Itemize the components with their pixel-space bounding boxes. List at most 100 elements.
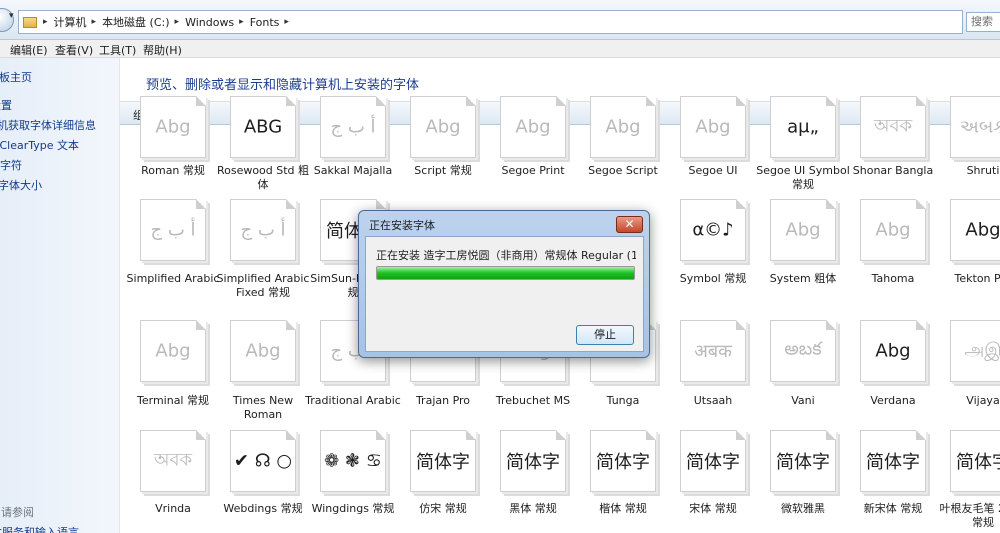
font-sample-text: aμ„	[787, 116, 819, 138]
font-preview-icon[interactable]: অবক	[140, 430, 206, 492]
font-preview-icon[interactable]: أ ب ج	[140, 199, 206, 261]
font-preview-icon[interactable]: Abg	[860, 199, 926, 261]
font-preview-icon[interactable]: அஇ	[950, 320, 1000, 382]
font-name-label[interactable]: Simplified Arabic	[125, 272, 221, 286]
text-services-link[interactable]: 文本服务和输入语言	[0, 524, 79, 533]
font-name-label[interactable]: System 粗体	[755, 272, 851, 286]
chevron-right-icon[interactable]: ▸	[175, 17, 180, 27]
history-dropdown-icon[interactable]: ▾	[9, 11, 14, 21]
font-preview-icon[interactable]: أ ب ج	[320, 96, 386, 158]
font-sample-text: أ ب ج	[330, 116, 376, 138]
stop-button[interactable]: 停止	[576, 325, 634, 345]
breadcrumb-windows[interactable]: Windows	[185, 16, 234, 29]
font-name-label[interactable]: 叶根友毛笔 2.0版 常规	[935, 502, 1000, 530]
font-name-label[interactable]: Trajan Pro	[395, 394, 491, 408]
menu-tools[interactable]: 工具(T)	[99, 42, 136, 58]
search-input[interactable]: 搜索	[966, 12, 1000, 32]
font-name-label[interactable]: Sakkal Majalla	[305, 164, 401, 178]
font-preview-icon[interactable]: Abg	[950, 199, 1000, 261]
font-preview-icon[interactable]: అబక	[770, 320, 836, 382]
font-preview-icon[interactable]: 简体字	[590, 430, 656, 492]
close-icon[interactable]: ✕	[616, 216, 643, 233]
font-name-label[interactable]: Segoe UI	[665, 164, 761, 178]
font-name-label[interactable]: Segoe Script	[575, 164, 671, 178]
font-preview-icon[interactable]: Abg	[680, 96, 746, 158]
breadcrumb-drive[interactable]: 本地磁盘 (C:)	[102, 14, 169, 30]
font-preview-icon[interactable]: 简体字	[770, 430, 836, 492]
font-preview-icon[interactable]: Abg	[500, 96, 566, 158]
control-panel-home-link[interactable]: 面板主页	[0, 69, 32, 85]
font-preview-icon[interactable]: Abg	[860, 320, 926, 382]
font-preview-icon[interactable]: Abg	[140, 320, 206, 382]
find-character-link[interactable]: 查找字符	[0, 157, 22, 173]
font-name-label[interactable]: 楷体 常规	[575, 502, 671, 516]
font-name-label[interactable]: Segoe Print	[485, 164, 581, 178]
font-preview-icon[interactable]: Abg	[140, 96, 206, 158]
address-box[interactable]: ▸ 计算机 ▸ 本地磁盘 (C:) ▸ Windows ▸ Fonts ▸	[18, 10, 963, 34]
font-preview-icon[interactable]: aμ„	[770, 96, 836, 158]
font-preview-icon[interactable]: 简体字	[410, 430, 476, 492]
font-name-label[interactable]: Tekton Pro	[935, 272, 1000, 286]
font-name-label[interactable]: Vijaya	[935, 394, 1000, 408]
change-font-size-link[interactable]: 更改字体大小	[0, 177, 42, 193]
font-name-label[interactable]: Tahoma	[845, 272, 941, 286]
font-name-label[interactable]: Rosewood Std 粗体	[215, 164, 311, 192]
chevron-right-icon[interactable]: ▸	[239, 17, 244, 27]
font-name-label[interactable]: Tunga	[575, 394, 671, 408]
font-name-label[interactable]: Wingdings 常规	[305, 502, 401, 516]
font-name-label[interactable]: 宋体 常规	[665, 502, 761, 516]
font-sample-text: অবক	[153, 449, 193, 471]
font-preview-icon[interactable]: અબક	[950, 96, 1000, 158]
font-preview-icon[interactable]: 简体字	[860, 430, 926, 492]
font-preview-icon[interactable]: অবক	[860, 96, 926, 158]
font-name-label[interactable]: Trebuchet MS	[485, 394, 581, 408]
font-name-label[interactable]: 新宋体 常规	[845, 502, 941, 516]
font-sample-text: Abg	[695, 116, 731, 138]
font-preview-icon[interactable]: 简体字	[500, 430, 566, 492]
font-preview-icon[interactable]: ✔ ☊ ○	[230, 430, 296, 492]
font-name-label[interactable]: Shruti	[935, 164, 1000, 178]
menu-help[interactable]: 帮助(H)	[143, 42, 182, 58]
breadcrumb-fonts[interactable]: Fonts	[250, 16, 280, 29]
font-preview-icon[interactable]: Abg	[770, 199, 836, 261]
font-preview-icon[interactable]: ABG	[230, 96, 296, 158]
font-preview-icon[interactable]: 简体字	[680, 430, 746, 492]
cleartype-link[interactable]: 调整 ClearType 文本	[0, 137, 79, 153]
font-name-label[interactable]: Simplified Arabic Fixed 常规	[215, 272, 311, 300]
font-name-label[interactable]: Webdings 常规	[215, 502, 311, 516]
font-name-label[interactable]: Segoe UI Symbol 常规	[755, 164, 851, 192]
menu-edit[interactable]: 编辑(E)	[10, 42, 48, 58]
online-font-info-link[interactable]: 联机获取字体详细信息	[0, 117, 96, 133]
chevron-right-icon[interactable]: ▸	[284, 17, 289, 27]
chevron-right-icon[interactable]: ▸	[43, 17, 48, 27]
font-settings-link[interactable]: 设置	[0, 97, 12, 113]
font-name-label[interactable]: Utsaah	[665, 394, 761, 408]
font-name-label[interactable]: Symbol 常规	[665, 272, 761, 286]
font-sample-text: α©♪	[692, 219, 734, 241]
font-name-label[interactable]: 黑体 常规	[485, 502, 581, 516]
font-preview-icon[interactable]: Abg	[410, 96, 476, 158]
font-preview-icon[interactable]: أ ب ج	[230, 199, 296, 261]
font-preview-icon[interactable]: ❁ ❃ ♋	[320, 430, 386, 492]
font-sample-text: Abg	[515, 116, 551, 138]
font-preview-icon[interactable]: Abg	[590, 96, 656, 158]
font-preview-icon[interactable]: Abg	[230, 320, 296, 382]
font-name-label[interactable]: Vrinda	[125, 502, 221, 516]
font-name-label[interactable]: 微软雅黑	[755, 502, 851, 516]
breadcrumb-computer[interactable]: 计算机	[54, 14, 87, 30]
font-name-label[interactable]: Terminal 常规	[125, 394, 221, 408]
font-preview-icon[interactable]: अबक	[680, 320, 746, 382]
font-name-label[interactable]: Times New Roman	[215, 394, 311, 422]
chevron-right-icon[interactable]: ▸	[92, 17, 97, 27]
font-name-label[interactable]: Verdana	[845, 394, 941, 408]
font-name-label[interactable]: Traditional Arabic	[305, 394, 401, 408]
font-preview-icon[interactable]: α©♪	[680, 199, 746, 261]
font-name-label[interactable]: Shonar Bangla	[845, 164, 941, 178]
font-name-label[interactable]: 仿宋 常规	[395, 502, 491, 516]
font-sample-text: Abg	[965, 219, 1000, 241]
menu-view[interactable]: 查看(V)	[55, 42, 93, 58]
font-name-label[interactable]: Script 常规	[395, 164, 491, 178]
font-preview-icon[interactable]: 简体字	[950, 430, 1000, 492]
font-name-label[interactable]: Vani	[755, 394, 851, 408]
font-name-label[interactable]: Roman 常规	[125, 164, 221, 178]
